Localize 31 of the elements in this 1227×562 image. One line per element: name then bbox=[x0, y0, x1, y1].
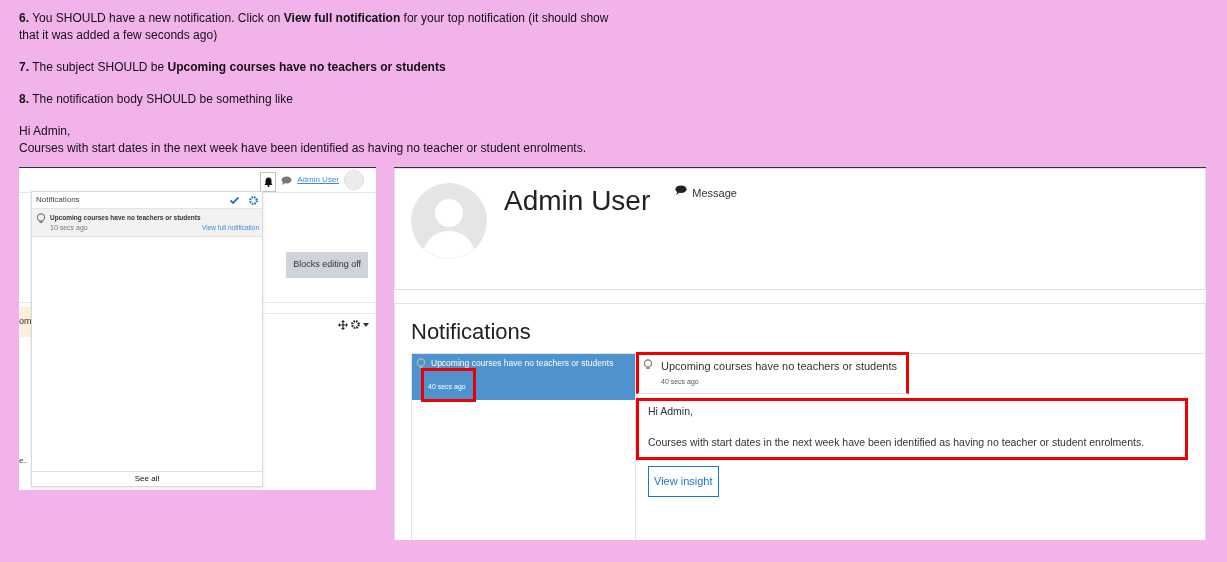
lightbulb-icon bbox=[416, 358, 426, 369]
lightbulb-icon bbox=[643, 359, 653, 370]
detail-greeting: Hi Admin, bbox=[648, 403, 694, 419]
instruction-text: 6. You SHOULD have a new notification. Click on View full notification for your top notification (it should show that it was added a few seconds ago) bbox=[19, 10, 609, 44]
blocks-editing-button[interactable]: Blocks editing off bbox=[286, 252, 368, 278]
view-insight-button[interactable]: View insight bbox=[648, 466, 719, 497]
check-icon[interactable] bbox=[230, 196, 239, 204]
cut-text: om bbox=[19, 307, 31, 337]
chat-icon bbox=[675, 185, 688, 195]
settings-icon[interactable] bbox=[249, 195, 258, 205]
bell-icon[interactable] bbox=[263, 177, 273, 187]
caret-icon[interactable] bbox=[363, 322, 369, 327]
user-name-link[interactable]: Admin User bbox=[297, 174, 339, 186]
gear-icon[interactable] bbox=[351, 320, 360, 329]
move-icon[interactable] bbox=[338, 319, 348, 330]
chat-icon[interactable] bbox=[281, 175, 293, 185]
detail-title: Upcoming courses have no teachers or students bbox=[661, 359, 898, 374]
notification-title: Upcoming courses have no teachers or students bbox=[431, 358, 614, 370]
notifications-heading: Notifications bbox=[411, 320, 532, 345]
instruction-text: 8. The notification body SHOULD be something like bbox=[19, 91, 294, 108]
detail-body-text: Courses with start dates in the next week have been identified as having no teacher or student enrolments. bbox=[648, 435, 1146, 451]
see-all-link[interactable]: See all bbox=[134, 474, 160, 484]
lightbulb-icon bbox=[36, 213, 46, 223]
bell-button[interactable] bbox=[260, 172, 277, 192]
body-text: Courses with start dates in the next week have been identified as having no teacher or student enrolments. bbox=[19, 140, 587, 157]
greeting-text: Hi Admin, bbox=[19, 123, 72, 140]
message-link[interactable]: Message bbox=[675, 185, 737, 275]
popover-title: Notifications bbox=[36, 194, 80, 206]
instruction-text: 7. The subject SHOULD be Upcoming courses have no teachers or students bbox=[19, 59, 447, 76]
avatar-silhouette-icon bbox=[411, 183, 487, 259]
profile-name: Admin User bbox=[504, 187, 651, 218]
